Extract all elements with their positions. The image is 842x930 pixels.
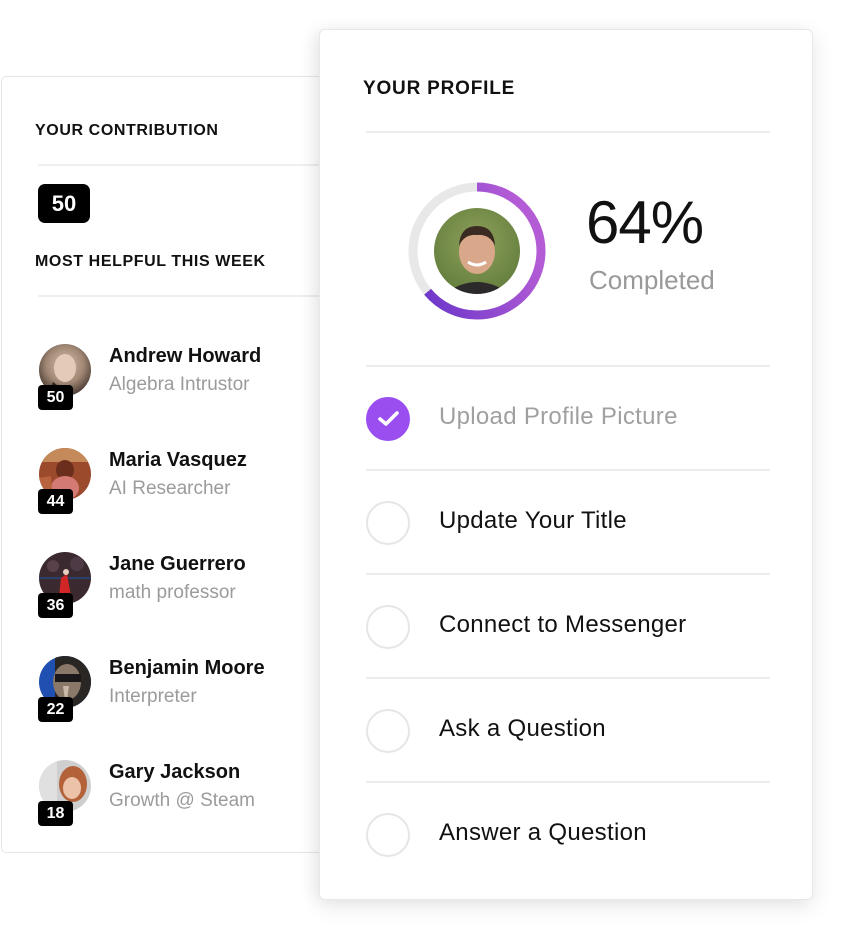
task-label[interactable]: Connect to Messenger <box>439 611 686 639</box>
helper-item[interactable]: 36 Jane Guerrero math professor <box>2 549 332 629</box>
task-label[interactable]: Answer a Question <box>439 819 647 847</box>
profile-card: YOUR PROFILE 64% Completed Upload Profil… <box>319 29 813 900</box>
helper-role: math professor <box>109 582 236 603</box>
task-label[interactable]: Upload Profile Picture <box>439 403 678 431</box>
task-ask-a-question[interactable]: Ask a Question <box>366 677 770 781</box>
task-upload-profile-picture[interactable]: Upload Profile Picture <box>366 365 770 469</box>
progress-caption: Completed <box>589 265 715 295</box>
helper-name[interactable]: Gary Jackson <box>109 761 240 784</box>
profile-photo[interactable] <box>434 208 520 294</box>
empty-circle-icon[interactable] <box>366 501 410 545</box>
most-helpful-title: MOST HELPFUL THIS WEEK <box>35 253 266 270</box>
task-answer-a-question[interactable]: Answer a Question <box>366 781 770 885</box>
check-icon[interactable] <box>366 397 410 441</box>
helper-score-badge: 36 <box>38 593 73 618</box>
helper-score-badge: 50 <box>38 385 73 410</box>
contribution-title: YOUR CONTRIBUTION <box>35 122 219 139</box>
helper-role: Growth @ Steam <box>109 790 255 811</box>
helper-item[interactable]: 44 Maria Vasquez AI Researcher <box>2 445 332 525</box>
empty-circle-icon[interactable] <box>366 813 410 857</box>
helper-name[interactable]: Andrew Howard <box>109 345 261 368</box>
helper-item[interactable]: 22 Benjamin Moore Interpreter <box>2 653 332 733</box>
helper-name[interactable]: Jane Guerrero <box>109 553 246 576</box>
helper-name[interactable]: Maria Vasquez <box>109 449 247 472</box>
progress-percent: 64% <box>586 189 704 256</box>
helper-role: Algebra Intrustor <box>109 374 250 395</box>
task-update-your-title[interactable]: Update Your Title <box>366 469 770 573</box>
helper-item[interactable]: 18 Gary Jackson Growth @ Steam <box>2 757 332 837</box>
profile-progress-ring <box>407 181 547 321</box>
helper-score-badge: 22 <box>38 697 73 722</box>
profile-title: YOUR PROFILE <box>363 78 516 99</box>
helper-name[interactable]: Benjamin Moore <box>109 657 265 680</box>
profile-task-list: Upload Profile Picture Update Your Title… <box>366 365 770 885</box>
helper-item[interactable]: 50 Andrew Howard Algebra Intrustor <box>2 341 332 421</box>
contribution-score-badge: 50 <box>38 184 90 223</box>
empty-circle-icon[interactable] <box>366 709 410 753</box>
divider <box>366 131 770 133</box>
task-connect-to-messenger[interactable]: Connect to Messenger <box>366 573 770 677</box>
empty-circle-icon[interactable] <box>366 605 410 649</box>
helper-role: AI Researcher <box>109 478 231 499</box>
helper-score-badge: 18 <box>38 801 73 826</box>
task-label[interactable]: Ask a Question <box>439 715 606 743</box>
helper-score-badge: 44 <box>38 489 73 514</box>
helper-role: Interpreter <box>109 686 197 707</box>
task-label[interactable]: Update Your Title <box>439 507 627 535</box>
